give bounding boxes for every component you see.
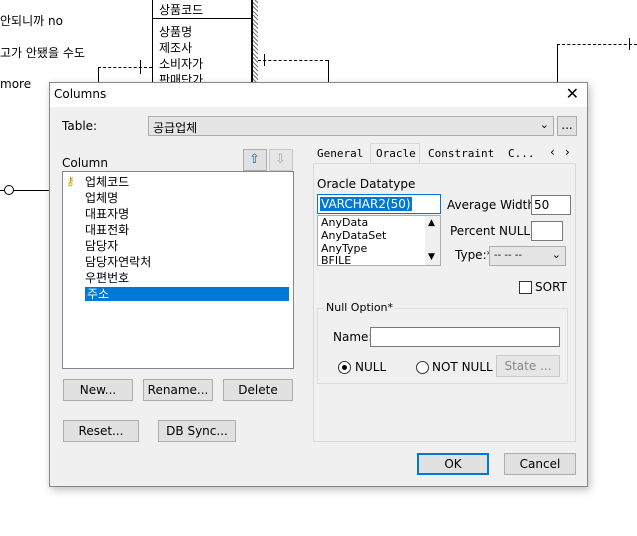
bg-note-2: 고가 안됐을 수도 [0, 46, 85, 60]
percent-null-input[interactable] [531, 221, 563, 241]
null-radio-label: NULL [355, 360, 387, 374]
name-label: Name: [333, 330, 373, 344]
avg-width-label: Average Width: [447, 198, 539, 212]
close-icon[interactable]: ✕ [566, 85, 579, 103]
key-icon: ⚷ [66, 174, 75, 188]
entity-key-header: 상품코드 [153, 0, 251, 19]
list-item[interactable]: 대표전화 [85, 223, 129, 237]
sort-label: SORT [535, 280, 567, 294]
arrow-up-icon: ⇧ [249, 152, 260, 167]
table-label: Table: [62, 119, 98, 133]
new-button[interactable]: New... [63, 379, 133, 401]
null-radio[interactable] [338, 361, 351, 374]
ok-button[interactable]: OK [417, 453, 489, 475]
type-select[interactable]: -- -- -- ⌄ [489, 246, 566, 266]
table-more-button[interactable]: ... [557, 116, 577, 136]
chevron-left-icon[interactable]: ‹ [550, 145, 555, 159]
arrow-down-icon: ⇩ [275, 152, 286, 167]
avg-width-value: 50 [534, 198, 550, 212]
table-select-value: 공급업체 [153, 121, 198, 135]
datatype-value: VARCHAR2(50) [320, 197, 412, 211]
bg-note-3: more [0, 77, 32, 91]
table-select[interactable]: 공급업체 ⌄ [148, 116, 554, 136]
move-down-button[interactable]: ⇩ [269, 149, 293, 171]
list-item[interactable]: AnyDataSet [321, 230, 386, 242]
list-item[interactable]: AnyType [321, 243, 367, 255]
list-item[interactable]: 업체코드 [85, 175, 129, 189]
dialog-title: Columns [54, 87, 107, 101]
null-option-title: Null Option* [324, 301, 396, 314]
type-select-value: -- -- -- [494, 250, 523, 261]
relationship-tick [140, 60, 141, 74]
scroll-up-icon[interactable]: ▲ [428, 218, 435, 228]
avg-width-input[interactable]: 50 [531, 195, 571, 215]
rename-button[interactable]: Rename... [143, 379, 213, 401]
bg-note-1: 안되니까 no [0, 14, 63, 28]
chevron-right-icon[interactable]: › [565, 145, 570, 159]
column-label: Column [62, 156, 108, 170]
type-label: Type:* [455, 248, 493, 262]
db-sync-button[interactable]: DB Sync... [158, 420, 236, 442]
relationship-tick [629, 38, 630, 50]
move-up-button[interactable]: ⇧ [243, 149, 267, 171]
null-option-group: Null Option* Name: NULL NOT NULL State .… [317, 301, 568, 384]
reset-button[interactable]: Reset... [63, 420, 139, 442]
chevron-down-icon: ⌄ [539, 118, 549, 131]
not-null-radio-label: NOT NULL [432, 360, 493, 374]
percent-null-label: Percent NULL:* [450, 224, 541, 238]
list-item-selected[interactable]: 주소 [85, 287, 289, 301]
sort-checkbox[interactable] [519, 281, 532, 294]
datatype-input[interactable]: VARCHAR2(50) [317, 194, 441, 214]
delete-button[interactable]: Delete [223, 379, 293, 401]
relationship-tick [264, 54, 265, 66]
list-item[interactable]: 우편번호 [85, 271, 129, 285]
oracle-tab-panel: Oracle Datatype VARCHAR2(50) AnyData Any… [313, 163, 576, 442]
chevron-down-icon: ⌄ [551, 248, 561, 261]
relationship-tick [328, 60, 329, 82]
list-item[interactable]: 대표자명 [85, 207, 129, 221]
list-item[interactable]: 담당자연락처 [85, 255, 151, 269]
datatype-list[interactable]: AnyData AnyDataSet AnyType BFILE ▲ ▼ [317, 215, 441, 266]
entity-row-0: 상품코드 [159, 3, 204, 17]
datatype-label: Oracle Datatype [317, 177, 416, 191]
list-item[interactable]: 담당자 [85, 239, 118, 253]
column-list[interactable]: ⚷ 업체코드 업체명 대표자명 대표전화 담당자 담당자연락처 우편번호 주소 [62, 171, 294, 369]
tab-constraint[interactable]: Constraint [428, 147, 494, 160]
list-item[interactable]: 업체명 [85, 191, 118, 205]
relationship-tick [98, 67, 99, 82]
datatype-scrollbar[interactable]: ▲ ▼ [425, 216, 440, 265]
cancel-button[interactable]: Cancel [504, 453, 576, 475]
columns-dialog: Columns ✕ Table: 공급업체 ⌄ ... Column ⇧ ⇩ ⚷… [49, 82, 588, 487]
tab-oracle[interactable]: Oracle [376, 147, 416, 160]
list-item[interactable]: AnyData [321, 217, 368, 229]
entity-row-3: 소비자가 [159, 57, 204, 71]
relationship-line [557, 44, 637, 45]
entity-row-2: 제조사 [159, 41, 193, 55]
relationship-line [258, 60, 328, 61]
entity-hatch [252, 0, 258, 88]
relationship-line [98, 67, 152, 68]
state-button[interactable]: State ... [496, 355, 560, 377]
relationship-tick [557, 44, 558, 82]
list-item[interactable]: BFILE [321, 256, 351, 265]
scroll-down-icon[interactable]: ▼ [428, 252, 435, 262]
relationship-circle [4, 185, 14, 195]
dialog-titlebar[interactable]: Columns ✕ [50, 83, 587, 107]
not-null-radio[interactable] [416, 361, 429, 374]
entity-row-1: 상품명 [159, 25, 193, 39]
null-name-input[interactable] [370, 327, 560, 347]
tab-general[interactable]: General [317, 147, 363, 160]
tab-more[interactable]: C... [508, 147, 535, 160]
